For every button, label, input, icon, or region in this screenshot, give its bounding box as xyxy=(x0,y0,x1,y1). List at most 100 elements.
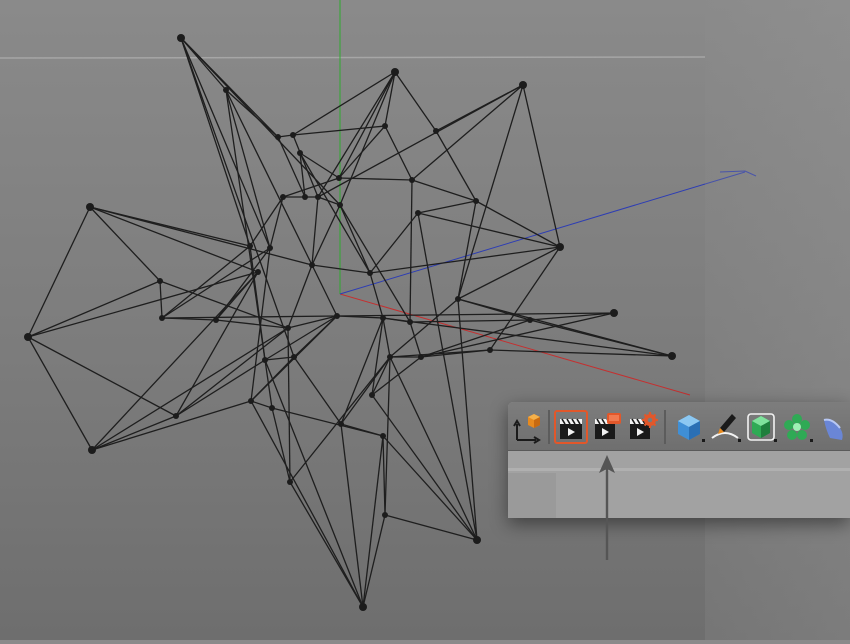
mesh-edge xyxy=(382,317,673,357)
clapper-red-icon xyxy=(595,413,621,439)
mesh-vertex xyxy=(409,177,415,183)
clapper-gear-icon xyxy=(630,412,658,439)
mesh-edge xyxy=(409,321,422,358)
mesh-edge xyxy=(382,317,391,358)
mesh-edge xyxy=(175,271,259,417)
mesh-edge xyxy=(299,152,371,274)
subdivision-surface-button[interactable] xyxy=(744,410,778,444)
mesh-edge xyxy=(394,71,437,132)
mesh-vertices xyxy=(24,34,676,611)
green-cube-icon xyxy=(747,413,777,442)
mesh-vertex xyxy=(338,421,344,427)
toolbar-lower-tab xyxy=(508,473,556,518)
mesh-edge xyxy=(180,37,271,249)
mesh-edge xyxy=(371,356,422,396)
mesh-vertex xyxy=(269,405,275,411)
mesh-edge xyxy=(225,89,279,138)
mesh-edge xyxy=(311,264,338,317)
cube-icon xyxy=(678,415,705,442)
mesh-vertex xyxy=(668,352,676,360)
mesh-vertex xyxy=(610,309,618,317)
mesh-edge xyxy=(27,206,91,338)
mesh-vertex xyxy=(380,315,386,321)
mesh-edge xyxy=(27,280,161,338)
mesh-vertex xyxy=(380,433,386,439)
mesh-edge xyxy=(339,71,396,206)
mesh-edge xyxy=(340,317,384,425)
mesh-vertex xyxy=(255,269,261,275)
mesh-vertex xyxy=(415,210,421,216)
mesh-edge xyxy=(161,245,251,319)
mesh-edge xyxy=(457,298,531,321)
mesh-edge xyxy=(340,423,384,437)
flower-icon xyxy=(784,414,813,442)
mesh-edge xyxy=(362,435,384,608)
3d-viewport[interactable] xyxy=(0,0,850,640)
mesh-edge xyxy=(382,435,386,516)
mesh-edge xyxy=(457,246,561,300)
toolbar-separator xyxy=(664,410,666,444)
mesh-vertex xyxy=(418,354,424,360)
toolbar-separator xyxy=(548,410,550,444)
mesh-vertex xyxy=(24,333,32,341)
pen-spline-button[interactable] xyxy=(708,410,742,444)
mesh-edge xyxy=(382,435,478,541)
coordinate-system-button[interactable] xyxy=(512,410,546,444)
mesh-vertex xyxy=(391,68,399,76)
mesh-vertex xyxy=(267,245,273,251)
mesh-vertex xyxy=(473,198,479,204)
mesh-vertex xyxy=(367,270,373,276)
mesh-vertex xyxy=(556,243,564,251)
viewport-side-panel xyxy=(705,0,850,640)
mesh-vertex xyxy=(359,603,367,611)
mesh-edge xyxy=(161,315,338,319)
render-settings-button[interactable] xyxy=(626,410,660,444)
mesh-vertex xyxy=(290,132,296,138)
render-view-button[interactable] xyxy=(554,410,588,444)
mesh-edge xyxy=(89,206,161,282)
mesh-edge xyxy=(522,84,561,248)
toolbar-lower-area xyxy=(508,451,850,518)
mesh-edge xyxy=(289,356,391,483)
mesh-vertex xyxy=(247,243,253,249)
mesh-edge xyxy=(289,481,364,608)
mesh-edge xyxy=(269,196,284,249)
array-button[interactable] xyxy=(780,410,814,444)
mesh-edge xyxy=(411,84,524,181)
mesh-edge xyxy=(489,246,561,351)
mesh-edge xyxy=(292,71,396,136)
mesh-edge xyxy=(287,264,313,329)
mesh-edge xyxy=(293,356,342,425)
mesh-edge xyxy=(317,84,524,198)
mesh-vertex xyxy=(285,325,291,331)
mesh-vertex xyxy=(527,317,533,323)
mesh-edge xyxy=(91,400,252,451)
mesh-edge xyxy=(89,206,259,273)
mesh-vertex xyxy=(334,313,340,319)
wireframe-mesh[interactable] xyxy=(27,37,673,608)
mesh-edge xyxy=(529,319,673,357)
mesh-vertex xyxy=(248,398,254,404)
mesh-edge xyxy=(389,356,478,541)
toolbar-panel xyxy=(508,402,850,518)
mesh-edge xyxy=(287,315,338,329)
mesh-edge xyxy=(311,264,371,274)
mesh-edge xyxy=(180,37,251,247)
mesh-edge xyxy=(250,400,364,608)
deformer-button[interactable] xyxy=(816,410,850,444)
mesh-edge xyxy=(287,327,291,483)
mesh-edge xyxy=(91,415,177,451)
cube-button[interactable] xyxy=(672,410,706,444)
render-to-picture-viewer-button[interactable] xyxy=(590,410,624,444)
mesh-vertex xyxy=(173,413,179,419)
callout-arrow xyxy=(599,455,615,560)
mesh-vertex xyxy=(275,134,281,140)
mesh-vertex xyxy=(287,479,293,485)
mesh-vertex xyxy=(337,202,343,208)
mesh-edge xyxy=(362,514,386,608)
mesh-edge xyxy=(417,212,561,248)
mesh-edge xyxy=(409,319,531,323)
mesh-vertex xyxy=(382,123,388,129)
z-axis-line xyxy=(339,171,746,295)
mesh-edge xyxy=(409,179,413,323)
